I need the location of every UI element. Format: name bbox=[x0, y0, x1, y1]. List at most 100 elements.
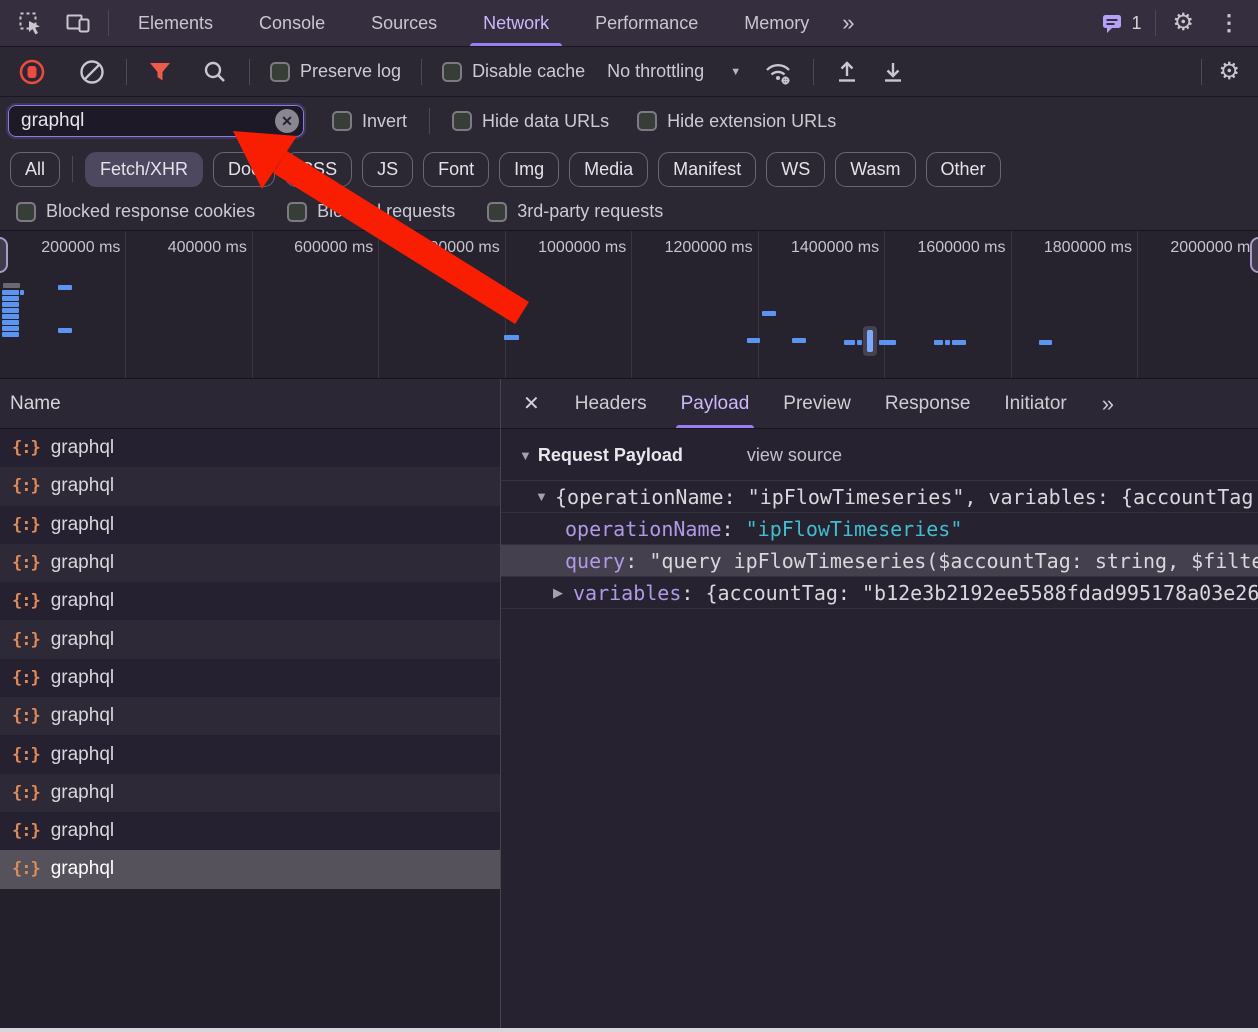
json-braces-icon: {:} bbox=[12, 821, 41, 842]
request-row[interactable]: {:} graphql bbox=[0, 697, 500, 736]
import-har-button[interactable] bbox=[824, 52, 870, 92]
detail-tab-initiator[interactable]: Initiator bbox=[987, 379, 1083, 428]
chip-media[interactable]: Media bbox=[569, 151, 649, 187]
tab-network[interactable]: Network bbox=[460, 0, 572, 46]
timeline-left-handle[interactable] bbox=[0, 237, 8, 273]
chip-font[interactable]: Font bbox=[423, 151, 490, 187]
payload-colon: : bbox=[681, 580, 706, 605]
view-source-link[interactable]: view source bbox=[747, 445, 842, 466]
request-row[interactable]: {:} graphql bbox=[0, 658, 500, 698]
request-row[interactable]: {:} graphql bbox=[0, 467, 500, 506]
chip-doc[interactable]: Doc bbox=[213, 151, 276, 187]
payload-tree-row[interactable]: ▼ {operationName: "ipFlowTimeseries", var… bbox=[501, 481, 1258, 513]
hide-data-urls-checkbox[interactable]: Hide data URLs bbox=[442, 111, 619, 132]
request-name: graphql bbox=[50, 437, 115, 459]
tab-console[interactable]: Console bbox=[236, 0, 348, 46]
detail-tab-response[interactable]: Response bbox=[868, 379, 988, 428]
filter-toggle-button[interactable] bbox=[137, 52, 183, 92]
request-row[interactable]: {:} graphql bbox=[0, 543, 500, 583]
block-clear-icon bbox=[80, 59, 104, 84]
request-row[interactable]: {:} graphql bbox=[0, 850, 500, 889]
request-row[interactable]: {:} graphql bbox=[0, 773, 500, 812]
chip-all[interactable]: All bbox=[10, 151, 61, 187]
request-activity-bar bbox=[1039, 340, 1052, 345]
main-tab-strip: Elements Console Sources Network Performance… bbox=[115, 0, 832, 46]
detail-tab-headers[interactable]: Headers bbox=[558, 379, 664, 428]
detail-tab-payload[interactable]: Payload bbox=[664, 379, 767, 428]
tab-sources[interactable]: Sources bbox=[348, 0, 460, 46]
hide-extension-urls-checkbox[interactable]: Hide extension URLs bbox=[627, 111, 846, 132]
network-conditions-button[interactable] bbox=[753, 52, 803, 92]
tab-performance[interactable]: Performance bbox=[572, 0, 721, 46]
timeline-canvas bbox=[0, 231, 1258, 378]
request-activity-bar bbox=[762, 311, 776, 316]
settings-button[interactable]: ⚙ bbox=[1162, 3, 1204, 43]
search-icon bbox=[204, 61, 225, 82]
request-row[interactable]: {:} graphql bbox=[0, 505, 500, 544]
detail-tab-preview[interactable]: Preview bbox=[766, 379, 868, 428]
more-tabs-button[interactable]: » bbox=[832, 10, 862, 36]
chip-wasm[interactable]: Wasm bbox=[835, 151, 916, 187]
json-braces-icon: {:} bbox=[12, 782, 41, 803]
request-row[interactable]: {:} graphql bbox=[0, 811, 500, 851]
chip-js[interactable]: JS bbox=[362, 151, 414, 187]
timeline-right-handle[interactable] bbox=[1250, 237, 1258, 273]
third-party-requests-checkbox[interactable]: 3rd-party requests bbox=[477, 201, 673, 222]
tab-memory[interactable]: Memory bbox=[721, 0, 832, 46]
network-toolbar: Preserve log Disable cache No throttling… bbox=[0, 47, 1258, 97]
issues-button[interactable]: 1 bbox=[1092, 11, 1149, 35]
network-overview-timeline[interactable]: 200000 ms 400000 ms 600000 ms 800000 ms 1000… bbox=[0, 231, 1258, 379]
request-row[interactable]: {:} graphql bbox=[0, 582, 500, 621]
tab-elements[interactable]: Elements bbox=[115, 0, 236, 46]
search-button[interactable] bbox=[191, 52, 239, 92]
throttling-select[interactable]: No throttling ▼ bbox=[595, 61, 753, 82]
clear-filter-button[interactable]: ✕ bbox=[275, 109, 299, 133]
name-column-header[interactable]: Name bbox=[0, 379, 500, 429]
record-network-log-button[interactable] bbox=[8, 52, 56, 92]
chip-label: Font bbox=[438, 158, 475, 179]
caret-down-icon[interactable]: ▼ bbox=[535, 489, 555, 504]
inspect-element-button[interactable] bbox=[6, 3, 54, 43]
export-har-button[interactable] bbox=[870, 52, 916, 92]
checkbox-icon bbox=[270, 61, 290, 82]
request-activity-bar bbox=[879, 340, 896, 345]
chip-css[interactable]: CSS bbox=[285, 151, 353, 187]
request-row[interactable]: {:} graphql bbox=[0, 620, 500, 659]
request-payload-section-header[interactable]: ▼ Request Payload view source bbox=[501, 429, 1258, 466]
preserve-log-checkbox[interactable]: Preserve log bbox=[260, 61, 411, 82]
request-name: graphql bbox=[50, 552, 115, 574]
chip-fetch-xhr[interactable]: Fetch/XHR bbox=[85, 151, 204, 187]
chevron-down-icon: ▼ bbox=[730, 65, 742, 78]
more-detail-tabs-button[interactable]: » bbox=[1092, 391, 1122, 417]
request-list-pane: Name {:} graphql {:} graphql {:} graphql {:} gr… bbox=[0, 379, 500, 1028]
request-name: graphql bbox=[50, 590, 115, 612]
payload-tree-row[interactable]: query: "query ipFlowTimeseries($accountT… bbox=[501, 545, 1258, 577]
customize-devtools-button[interactable]: ⋮ bbox=[1204, 10, 1254, 36]
filter-input[interactable] bbox=[6, 103, 306, 139]
disable-cache-checkbox[interactable]: Disable cache bbox=[432, 61, 595, 82]
payload-tree-row[interactable]: operationName: "ipFlowTimeseries" bbox=[501, 513, 1258, 545]
payload-tree-row[interactable]: ▶ variables: {accountTag: "b12e3b2192ee55… bbox=[501, 577, 1258, 609]
toolbar-separator bbox=[813, 58, 815, 85]
clear-network-log-button[interactable] bbox=[68, 52, 116, 92]
payload-value: {operationName: "ipFlowTimeseries", vari… bbox=[555, 484, 1254, 509]
request-activity-bar bbox=[747, 338, 760, 343]
device-toolbar-button[interactable] bbox=[54, 3, 102, 43]
request-activity-bar bbox=[2, 326, 19, 331]
chip-img[interactable]: Img bbox=[499, 151, 560, 187]
preserve-log-label: Preserve log bbox=[300, 61, 402, 81]
request-row[interactable]: {:} graphql bbox=[0, 429, 500, 468]
chip-label: All bbox=[25, 158, 46, 179]
request-row[interactable]: {:} graphql bbox=[0, 735, 500, 774]
blocked-response-cookies-checkbox[interactable]: Blocked response cookies bbox=[6, 201, 265, 222]
network-settings-button[interactable]: ⚙ bbox=[1208, 52, 1250, 92]
chip-manifest[interactable]: Manifest bbox=[658, 151, 757, 187]
caret-right-icon[interactable]: ▶ bbox=[553, 585, 573, 601]
invert-checkbox[interactable]: Invert bbox=[322, 111, 417, 132]
close-details-button[interactable]: ✕ bbox=[501, 391, 558, 416]
chip-other[interactable]: Other bbox=[925, 151, 1001, 187]
blocked-requests-checkbox[interactable]: Blocked requests bbox=[277, 201, 465, 222]
payload-key: query bbox=[565, 548, 626, 573]
chip-ws[interactable]: WS bbox=[766, 151, 826, 187]
payload-colon: : bbox=[625, 548, 650, 573]
